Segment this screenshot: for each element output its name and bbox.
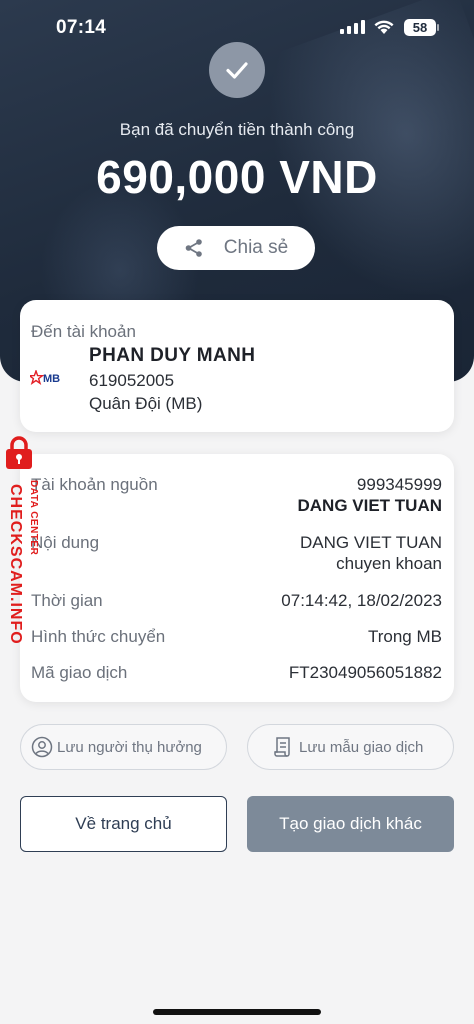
share-label: Chia sẻ <box>223 237 289 258</box>
beneficiary-name: PHAN DUY MANH <box>89 345 256 366</box>
source-account-name: DANG VIET TUAN <box>297 496 443 515</box>
transfer-amount: 690,000 VND <box>96 151 378 203</box>
lock-icon <box>6 436 32 469</box>
home-indicator[interactable] <box>153 1009 321 1015</box>
time-value: 07:14:42, 18/02/2023 <box>281 591 442 610</box>
save-template-button[interactable]: Lưu mẫu giao dịch <box>247 724 454 770</box>
success-message: Bạn đã chuyển tiền thành công <box>119 120 355 139</box>
save-beneficiary-button[interactable]: Lưu người thụ hưởng <box>20 724 227 770</box>
share-icon <box>185 239 202 257</box>
transfer-type-label: Hình thức chuyển <box>31 627 166 646</box>
source-account-number: 999345999 <box>356 475 442 494</box>
content-line-2: chuyen khoan <box>336 554 442 573</box>
transfer-type-value: Trong MB <box>367 627 442 646</box>
status-time: 07:14 <box>56 17 107 38</box>
user-circle-icon <box>31 736 53 758</box>
save-beneficiary-label: Lưu người thụ hưởng <box>57 738 202 756</box>
destination-label: Đến tài khoản <box>31 322 136 341</box>
content-line-1: DANG VIET TUAN <box>299 533 442 552</box>
mb-bank-logo-icon: MB <box>30 370 60 386</box>
transaction-details-card: Tài khoản nguồn 999345999 DANG VIET TUAN… <box>20 454 454 702</box>
watermark-sub-text: DATA CENTER <box>28 480 39 556</box>
beneficiary-account-number: 619052005 <box>89 371 175 390</box>
destination-card: Đến tài khoản MB PHAN DUY MANH 619052005… <box>20 300 454 432</box>
transaction-id-label: Mã giao dịch <box>31 663 128 682</box>
source-account-label: Tài khoản nguồn <box>31 475 158 494</box>
share-button[interactable]: Chia sẻ <box>157 226 315 270</box>
watermark-main-text: CHECKSCAM.INFO <box>7 484 24 645</box>
mb-logo-text: MB <box>43 373 60 385</box>
battery-indicator: 58 <box>404 19 436 36</box>
success-check-icon <box>209 42 265 98</box>
checkscam-watermark: CHECKSCAM.INFO DATA CENTER <box>2 436 46 666</box>
cellular-signal-icon <box>340 20 365 34</box>
beneficiary-bank: Quân Đội (MB) <box>89 394 203 413</box>
wifi-icon <box>374 20 394 34</box>
battery-tip <box>437 24 439 31</box>
new-transaction-button[interactable]: Tạo giao dịch khác <box>247 796 454 852</box>
home-button[interactable]: Về trang chủ <box>20 796 227 852</box>
save-template-label: Lưu mẫu giao dịch <box>299 738 424 756</box>
transaction-id-value: FT23049056051882 <box>288 663 442 682</box>
receipt-icon <box>274 737 290 757</box>
